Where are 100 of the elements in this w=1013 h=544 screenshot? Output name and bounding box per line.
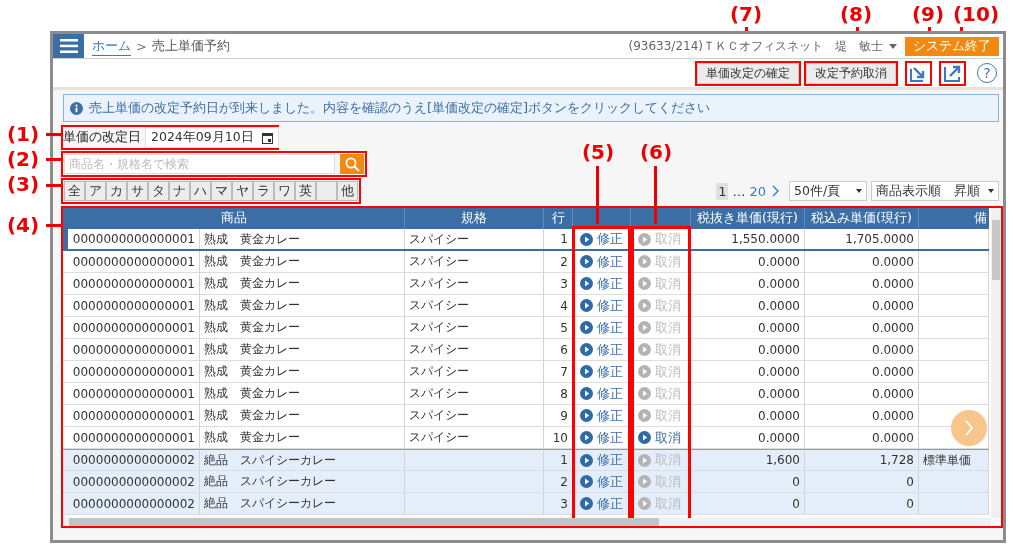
- blank-filter-button[interactable]: [316, 181, 337, 201]
- table-cell: 0: [691, 493, 805, 514]
- table-row[interactable]: 0000000000000002 絶品 スパイシーカレー 2 修正 取消 0 0: [63, 471, 989, 493]
- confirm-button[interactable]: 単価改定の確定: [697, 62, 799, 84]
- table-row[interactable]: 0000000000000001 熟成 黄金カレー スパイシー 5 修正 取消 0.0000 0.0000: [63, 317, 989, 339]
- calendar-icon: [261, 131, 273, 144]
- play-icon: [638, 453, 651, 467]
- page-title: 売上単価予約: [151, 37, 230, 55]
- edit-button[interactable]: 修正: [580, 451, 623, 469]
- edit-button[interactable]: 修正: [580, 406, 623, 425]
- play-icon: [580, 232, 593, 246]
- table-cell: 0: [691, 471, 805, 492]
- edit-button[interactable]: 修正: [580, 428, 623, 447]
- table-cell: 2: [544, 251, 573, 272]
- search-icon: [344, 156, 360, 172]
- table-cell: スパイシー: [405, 251, 544, 272]
- sort-select[interactable]: 商品表示順 昇順: [871, 181, 999, 201]
- table-cell: スパイシー: [405, 317, 544, 338]
- edit-button[interactable]: 修正: [580, 384, 623, 403]
- date-label: 単価の改定日: [63, 129, 141, 146]
- next-page-icon[interactable]: [772, 185, 779, 197]
- play-icon: [580, 497, 593, 510]
- edit-button[interactable]: 修正: [580, 472, 623, 491]
- vertical-scrollbar[interactable]: [991, 208, 1001, 518]
- table-cell: スパイシー: [405, 295, 544, 316]
- kana-filter-button[interactable]: マ: [211, 181, 232, 201]
- edit-button[interactable]: 修正: [580, 318, 623, 337]
- table-cell: 0000000000000001: [68, 295, 200, 316]
- table-cell: 0000000000000001: [68, 383, 200, 404]
- table-row[interactable]: 0000000000000001 熟成 黄金カレー スパイシー 1 修正 取消 1,550.0000 1,705.0000: [63, 229, 989, 251]
- edit-button[interactable]: 修正: [580, 296, 623, 315]
- chevron-right-icon: [964, 420, 974, 436]
- info-icon: [70, 101, 83, 115]
- play-icon: [580, 387, 593, 400]
- kana-filter-button[interactable]: 他: [337, 181, 358, 201]
- leader-line: [596, 166, 599, 224]
- table-cell: 1,600: [691, 450, 805, 470]
- search-field[interactable]: 商品名・規格名で検索: [64, 154, 335, 174]
- table-row[interactable]: 0000000000000001 熟成 黄金カレー スパイシー 6 修正 取消 0.0000 0.0000: [63, 339, 989, 361]
- table-row[interactable]: 0000000000000001 熟成 黄金カレー スパイシー 9 修正 取消 0.0000 0.0000: [63, 405, 989, 427]
- table-cell: 0000000000000001: [68, 405, 200, 426]
- kana-filter-button[interactable]: ア: [85, 181, 106, 201]
- kana-filter-button[interactable]: タ: [148, 181, 169, 201]
- table-row[interactable]: 0000000000000001 熟成 黄金カレー スパイシー 7 修正 取消 0.0000 0.0000: [63, 361, 989, 383]
- table-cell: 1: [544, 450, 573, 470]
- date-field[interactable]: 2024年09月10日: [145, 127, 279, 148]
- edit-button[interactable]: 修正: [580, 494, 623, 513]
- table-row[interactable]: 0000000000000001 熟成 黄金カレー スパイシー 8 修正 取消 0.0000 0.0000: [63, 383, 989, 405]
- kana-filter-button[interactable]: ナ: [169, 181, 190, 201]
- play-icon: [580, 365, 593, 378]
- table-cell: 0.0000: [805, 295, 919, 316]
- table-cell: 0000000000000002: [68, 450, 200, 470]
- table-cell: 3: [544, 493, 573, 514]
- edit-button[interactable]: 修正: [580, 230, 623, 248]
- last-page-link[interactable]: 20: [749, 183, 766, 199]
- table-cell: 0000000000000001: [68, 317, 200, 338]
- table-row[interactable]: 0000000000000002 絶品 スパイシーカレー 3 修正 取消 0 0: [63, 493, 989, 515]
- cancel-button[interactable]: 取消: [638, 428, 681, 447]
- table-cell: 絶品 スパイシーカレー: [200, 493, 405, 514]
- table-row[interactable]: 0000000000000001 熟成 黄金カレー スパイシー 4 修正 取消 0.0000 0.0000: [63, 295, 989, 317]
- user-menu[interactable]: (93633/214)ＴＫＣオフィスネット 堤 敏士: [620, 37, 905, 55]
- help-button[interactable]: ?: [977, 63, 997, 83]
- table-cell: 標準単価: [919, 450, 989, 470]
- cancel-reservation-button[interactable]: 改定予約取消: [806, 62, 896, 84]
- table-row[interactable]: 0000000000000001 熟成 黄金カレー スパイシー 10 修正 取消 0.0000 0.0000: [63, 427, 989, 449]
- page-size-select[interactable]: 50件/頁: [789, 181, 867, 201]
- search-button[interactable]: [340, 154, 364, 174]
- table-cell: スパイシー: [405, 361, 544, 382]
- table-row[interactable]: 0000000000000001 熟成 黄金カレー スパイシー 2 修正 取消 0.0000 0.0000: [63, 251, 989, 273]
- home-link[interactable]: ホーム: [92, 36, 131, 56]
- kana-filter-button[interactable]: 全: [64, 181, 85, 201]
- table-row[interactable]: 0000000000000001 熟成 黄金カレー スパイシー 3 修正 取消 0.0000 0.0000: [63, 273, 989, 295]
- table-cell: 0.0000: [805, 361, 919, 382]
- edit-button[interactable]: 修正: [580, 274, 623, 293]
- table-cell: 0.0000: [691, 273, 805, 294]
- table-cell: 0000000000000001: [68, 229, 200, 249]
- table-cell: 0.0000: [805, 339, 919, 360]
- kana-filter-button[interactable]: ヤ: [232, 181, 253, 201]
- play-icon: [580, 277, 593, 290]
- table-cell: 0.0000: [691, 295, 805, 316]
- table-row[interactable]: 0000000000000002 絶品 スパイシーカレー 1 修正 取消 1,600 1,728 標準単価: [63, 449, 989, 471]
- table-cell: スパイシー: [405, 339, 544, 360]
- kana-filter-button[interactable]: カ: [106, 181, 127, 201]
- menu-button[interactable]: [53, 34, 84, 58]
- table-cell: 7: [544, 361, 573, 382]
- edit-button[interactable]: 修正: [580, 252, 623, 271]
- horizontal-scrollbar[interactable]: [63, 518, 991, 526]
- play-icon: [638, 431, 651, 444]
- table-cell: 2: [544, 471, 573, 492]
- kana-filter-button[interactable]: サ: [127, 181, 148, 201]
- edit-button[interactable]: 修正: [580, 362, 623, 381]
- kana-filter-button[interactable]: ラ: [253, 181, 274, 201]
- kana-filter-button[interactable]: 英: [295, 181, 316, 201]
- play-icon: [638, 299, 651, 312]
- table-cell: 10: [544, 427, 573, 448]
- kana-filter-button[interactable]: ハ: [190, 181, 211, 201]
- kana-filter-button[interactable]: ワ: [274, 181, 295, 201]
- play-icon: [638, 232, 651, 246]
- table-cell: 0.0000: [691, 427, 805, 448]
- edit-button[interactable]: 修正: [580, 340, 623, 359]
